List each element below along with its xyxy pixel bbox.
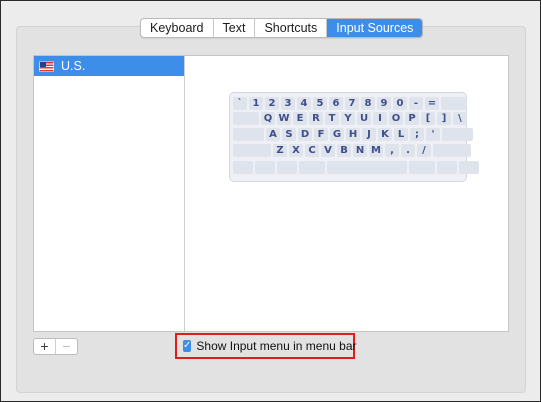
tab-keyboard[interactable]: Keyboard	[141, 19, 214, 37]
tab-bar: Keyboard Text Shortcuts Input Sources	[140, 18, 424, 38]
keyboard-key: B	[337, 144, 351, 157]
keyboard-key: \	[453, 112, 467, 125]
keyboard-key: N	[353, 144, 367, 157]
add-source-button[interactable]: +	[34, 339, 55, 354]
keyboard-key: 5	[313, 97, 327, 110]
keyboard-key: ;	[410, 128, 424, 141]
keyboard-key: V	[321, 144, 335, 157]
tab-shortcuts[interactable]: Shortcuts	[255, 19, 328, 37]
keyboard-key	[327, 161, 407, 174]
keyboard-key	[459, 161, 479, 174]
keyboard-key: '	[426, 128, 440, 141]
tab-text[interactable]: Text	[214, 19, 256, 37]
show-input-menu-checkbox[interactable]: ✓	[183, 340, 192, 352]
input-source-list[interactable]: U.S.	[34, 56, 185, 331]
keyboard-key	[433, 144, 471, 157]
keyboard-key: O	[389, 112, 403, 125]
keyboard-key: .	[401, 144, 415, 157]
keyboard-key	[299, 161, 325, 174]
keyboard-key: U	[357, 112, 371, 125]
keyboard-key: ,	[385, 144, 399, 157]
keyboard-key: R	[309, 112, 323, 125]
add-remove-control: + −	[33, 338, 78, 355]
keyboard-key: =	[425, 97, 439, 110]
show-input-menu-label[interactable]: Show Input menu in menu bar	[196, 339, 356, 353]
keyboard-key: T	[325, 112, 339, 125]
keyboard-key: 3	[281, 97, 295, 110]
keyboard-key: /	[417, 144, 431, 157]
keyboard-key	[277, 161, 297, 174]
keyboard-key: I	[373, 112, 387, 125]
keyboard-key	[233, 112, 259, 125]
us-flag-icon	[39, 60, 54, 72]
keyboard-key: 6	[329, 97, 343, 110]
keyboard-key: [	[421, 112, 435, 125]
keyboard-key	[409, 161, 435, 174]
keyboard-key: K	[378, 128, 392, 141]
keyboard-key: 1	[249, 97, 263, 110]
remove-source-button[interactable]: −	[55, 339, 77, 354]
keyboard-key: A	[266, 128, 280, 141]
keyboard-key: C	[305, 144, 319, 157]
source-item-label: U.S.	[61, 59, 86, 73]
keyboard-key: F	[314, 128, 328, 141]
keyboard-key: 9	[377, 97, 391, 110]
source-item-us[interactable]: U.S.	[34, 56, 184, 76]
keyboard-key: -	[409, 97, 423, 110]
keyboard-key	[442, 128, 473, 141]
keyboard-key: L	[394, 128, 408, 141]
keyboard-key: J	[362, 128, 376, 141]
keyboard-key	[437, 161, 457, 174]
keyboard-key: 8	[361, 97, 375, 110]
show-input-menu-option: ✓ Show Input menu in menu bar	[175, 333, 357, 359]
keyboard-key: M	[369, 144, 383, 157]
keyboard-key: W	[277, 112, 291, 125]
keyboard-key	[441, 97, 467, 110]
keyboard-key: H	[346, 128, 360, 141]
input-sources-panel: U.S. ` 1 2 3 4 5 6 7 8 9 0- = Q W E R T Y U I O P[] \ ASDFGHJ…	[33, 55, 509, 332]
keyboard-key: X	[289, 144, 303, 157]
keyboard-key: 2	[265, 97, 279, 110]
keyboard-key: Q	[261, 112, 275, 125]
keyboard-key	[233, 128, 264, 141]
keyboard-key: 4	[297, 97, 311, 110]
keyboard-key	[255, 161, 275, 174]
keyboard-key: E	[293, 112, 307, 125]
keyboard-key: ]	[437, 112, 451, 125]
tab-input-sources[interactable]: Input Sources	[327, 19, 423, 37]
keyboard-key	[233, 144, 271, 157]
keyboard-key: S	[282, 128, 296, 141]
keyboard-key: 0	[393, 97, 407, 110]
keyboard-layout-preview: ` 1 2 3 4 5 6 7 8 9 0- = Q W E R T Y U I O P[] \ A S D F G H J K L; ' …	[229, 92, 479, 182]
keyboard-key: D	[298, 128, 312, 141]
keyboard-key	[233, 161, 253, 174]
keyboard-key: `	[233, 97, 247, 110]
keyboard-key: P	[405, 112, 419, 125]
keyboard-key: 7	[345, 97, 359, 110]
keyboard-key: Z	[273, 144, 287, 157]
keyboard-key: G	[330, 128, 344, 141]
keyboard-key: Y	[341, 112, 355, 125]
